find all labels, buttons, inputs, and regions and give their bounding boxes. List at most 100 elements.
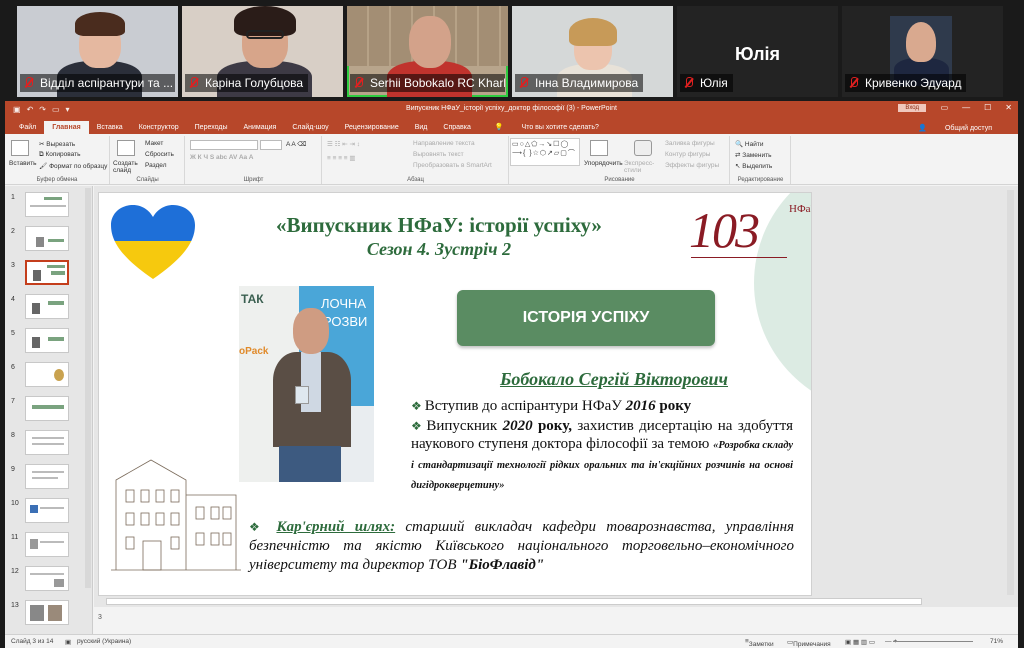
list-icons[interactable]: ☰ ☷ ⇤ ⇥ ↕ — [327, 140, 360, 148]
section-button[interactable]: Раздел — [145, 162, 166, 169]
participant-tile-5[interactable]: Юлія Юлія — [677, 6, 838, 97]
participant-tile-1[interactable]: Відділ аспірантури та ... — [17, 6, 178, 97]
tab-transitions[interactable]: Переходы — [187, 121, 236, 134]
zoom-level[interactable]: 71% — [990, 638, 1003, 645]
horizontal-scrollbar[interactable] — [106, 598, 922, 605]
participant-tile-2[interactable]: Каріна Голубцова — [182, 6, 343, 97]
mic-muted-icon — [22, 76, 36, 90]
tab-animations[interactable]: Анимация — [235, 121, 284, 134]
vertical-scrollbar[interactable] — [1007, 190, 1014, 595]
arrange-button[interactable]: Упорядочить — [584, 160, 623, 167]
thumbnail-4[interactable] — [25, 294, 69, 319]
tab-file[interactable]: Файл — [11, 121, 44, 134]
participant-tile-4[interactable]: Інна Владимирова — [512, 6, 673, 97]
tell-me-search[interactable]: 💡 Что вы хотите сделать? — [479, 120, 615, 134]
participant-tile-6[interactable]: Кривенко Эдуард — [842, 6, 1003, 97]
person-name: Бобокало Сергій Вікторович — [499, 369, 729, 389]
participant-tile-3[interactable]: Serhii Bobokalo RC Kharki... — [347, 6, 508, 97]
photo-sign-4: oPack — [239, 346, 269, 357]
thumbnail-1[interactable] — [25, 192, 69, 217]
thumbnail-2[interactable] — [25, 226, 69, 251]
font-format-icons[interactable]: Ж К Ч S abc AV Aa A — [190, 154, 253, 161]
language-indicator[interactable]: русский (Украина) — [77, 638, 131, 645]
select-button[interactable]: ↖ Выделить — [735, 162, 772, 170]
font-name-input[interactable] — [190, 140, 258, 150]
text-direction-button[interactable]: Направление текста — [413, 140, 475, 147]
view-buttons[interactable]: ▣ ▦ ▥ ▭ — [845, 638, 875, 646]
tab-help[interactable]: Справка — [435, 121, 478, 134]
mic-muted-icon — [517, 76, 531, 90]
group-label: Буфер обмена — [36, 177, 78, 183]
thumbnail-11[interactable] — [25, 532, 69, 557]
paste-button[interactable]: Вставить — [9, 160, 37, 167]
photo-sign-1: ТАК — [241, 292, 264, 306]
thumbnail-number: 2 — [11, 228, 15, 235]
shape-fill-button[interactable]: Заливка фигуры — [665, 140, 715, 147]
thumbnail-5[interactable] — [25, 328, 69, 353]
diamond-bullet-icon: ❖ — [411, 419, 424, 433]
participant-name: Serhii Bobokalo RC Kharki... — [350, 74, 505, 92]
thumbnail-number: 3 — [11, 262, 15, 269]
tab-review[interactable]: Рецензирование — [337, 121, 407, 134]
mic-muted-icon — [352, 76, 366, 90]
reset-button[interactable]: Сбросить — [145, 151, 174, 158]
minimize-icon[interactable]: — — [962, 103, 970, 112]
diamond-bullet-icon: ❖ — [411, 399, 422, 413]
notes-toggle[interactable]: ≡ Заметки — [745, 638, 774, 648]
spellcheck-icon[interactable]: ▣ — [65, 638, 71, 646]
find-button[interactable]: 🔍 Найти — [735, 140, 763, 148]
thumbnail-6[interactable] — [25, 362, 69, 387]
close-icon[interactable]: ✕ — [1005, 103, 1012, 112]
font-grow-icon[interactable]: A A ⌫ — [286, 140, 306, 148]
zoom-slider[interactable]: — + — [885, 638, 974, 645]
smartart-button[interactable]: Преобразовать в SmartArt — [413, 162, 492, 169]
group-drawing: ▭○△⬠→↘☐◯ ⟶{ }☆⬡↗▱▢⌒ Упорядочить Экспресс-… — [510, 136, 730, 184]
thumbnail-10[interactable] — [25, 498, 69, 523]
format-painter-button[interactable]: 🖌 Формат по образцу — [39, 162, 107, 170]
notes-pane[interactable]: 3 — [94, 607, 1018, 634]
tab-insert[interactable]: Вставка — [89, 121, 131, 134]
login-button[interactable]: Вход — [898, 104, 926, 112]
thumbnail-number: 13 — [11, 602, 19, 609]
arrange-icon — [590, 140, 608, 156]
replace-icon: ⇄ — [735, 152, 741, 159]
thumbnail-3[interactable] — [25, 260, 69, 285]
thumbnail-8[interactable] — [25, 430, 69, 455]
tab-home[interactable]: Главная — [44, 121, 89, 134]
thumbnail-9[interactable] — [25, 464, 69, 489]
align-icons[interactable]: ≡ ≡ ≡ ≡ ▥ — [327, 154, 356, 162]
tab-design[interactable]: Конструктор — [131, 121, 187, 134]
ribbon-options-icon[interactable]: ▭ — [941, 103, 949, 112]
shapes-gallery[interactable]: ▭○△⬠→↘☐◯ ⟶{ }☆⬡↗▱▢⌒ — [510, 138, 580, 166]
tab-view[interactable]: Вид — [407, 121, 436, 134]
thumbnail-13[interactable] — [25, 600, 69, 625]
quick-styles-button[interactable]: Экспресс-стили — [624, 160, 658, 174]
layout-button[interactable]: Макет — [145, 140, 163, 147]
slide-title: «Випускник НФаУ: історії успіху» — [276, 213, 602, 237]
slide-canvas[interactable]: «Випускник НФаУ: історії успіху» Сезон 4… — [98, 192, 812, 596]
group-label: Шрифт — [243, 177, 264, 183]
maximize-icon[interactable]: ☐ — [984, 103, 991, 112]
bullet-admission: ❖ Вступив до аспірантури НФаУ 2016 року — [411, 398, 692, 414]
copy-button[interactable]: ⧉ Копировать — [39, 151, 80, 159]
thumbnail-number: 5 — [11, 330, 15, 337]
group-paragraph: ☰ ☷ ⇤ ⇥ ↕ Направление текста ≡ ≡ ≡ ≡ ▥ В… — [323, 136, 509, 184]
cut-button[interactable]: ✂ Вырезать — [39, 140, 75, 148]
thumbnails-scrollbar[interactable] — [85, 188, 91, 588]
comments-toggle[interactable]: ▭ Примечания — [787, 638, 831, 648]
group-label: Рисование — [604, 177, 635, 183]
new-slide-button[interactable]: Создать слайд — [113, 160, 143, 174]
shape-outline-button[interactable]: Контур фигуры — [665, 151, 710, 158]
align-text-button[interactable]: Выровнять текст — [413, 151, 464, 158]
group-label: Редактирование — [737, 177, 784, 183]
group-clipboard: Вставить ✂ Вырезать ⧉ Копировать 🖌 Форма… — [5, 136, 110, 184]
tab-slideshow[interactable]: Слайд-шоу — [284, 121, 336, 134]
font-size-input[interactable] — [260, 140, 282, 150]
share-button[interactable]: 👤 Общий доступ — [902, 121, 1008, 135]
thumbnail-12[interactable] — [25, 566, 69, 591]
thumbnail-7[interactable] — [25, 396, 69, 421]
success-story-button: ІСТОРІЯ УСПІХУ — [457, 290, 715, 346]
group-editing: 🔍 Найти ⇄ Заменить ↖ Выделить Редактиров… — [731, 136, 791, 184]
replace-button[interactable]: ⇄ Заменить — [735, 151, 771, 159]
shape-effects-button[interactable]: Эффекты фигуры — [665, 162, 719, 169]
